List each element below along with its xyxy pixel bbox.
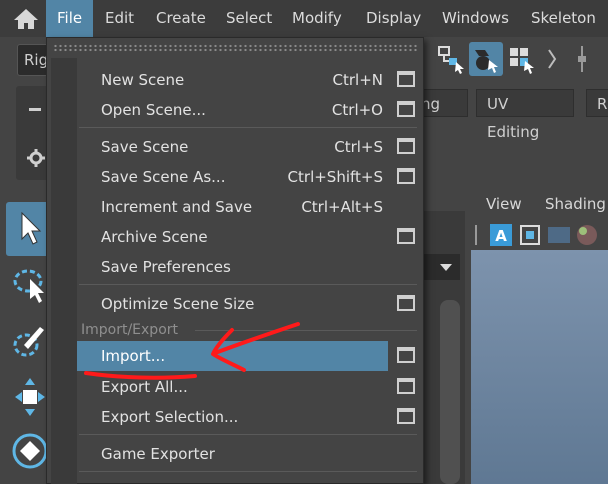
menu-item-import[interactable]: Import... bbox=[77, 341, 388, 371]
menu-modify[interactable]: Modify bbox=[292, 0, 342, 37]
menu-item-shortcut: Ctrl+Shift+S bbox=[287, 168, 383, 186]
archive-scene-option-box[interactable] bbox=[397, 228, 415, 244]
separator-handle bbox=[572, 42, 592, 76]
menu-separator bbox=[79, 284, 417, 285]
import-option-box[interactable] bbox=[397, 347, 415, 363]
menu-item-label: Export All... bbox=[101, 378, 188, 396]
menu-separator bbox=[79, 434, 417, 435]
select-by-object-button[interactable] bbox=[469, 42, 503, 76]
menu-separator bbox=[79, 127, 417, 128]
menu-item-label: Save Scene As... bbox=[101, 168, 226, 186]
svg-text:A: A bbox=[495, 227, 507, 245]
menu-item-save-scene-as[interactable]: Save Scene As... Ctrl+Shift+S bbox=[77, 162, 425, 192]
open-scene-option-box[interactable] bbox=[397, 101, 415, 117]
menu-item-label: Export Selection... bbox=[101, 408, 239, 426]
menu-item-label: Save Preferences bbox=[101, 258, 231, 276]
select-by-component-icon bbox=[510, 48, 534, 74]
menu-item-export-all[interactable]: Export All... bbox=[77, 372, 425, 402]
save-scene-as-option-box[interactable] bbox=[397, 168, 415, 184]
menu-skeleton[interactable]: Skeleton bbox=[531, 0, 596, 37]
menu-item-save-scene[interactable]: Save Scene Ctrl+S bbox=[77, 132, 425, 162]
save-scene-option-box[interactable] bbox=[397, 138, 415, 154]
menu-windows[interactable]: Windows bbox=[442, 0, 509, 37]
viewport-menu-shading[interactable]: Shading bbox=[545, 195, 606, 213]
chevron-right-icon bbox=[548, 49, 557, 69]
menu-separator bbox=[195, 330, 417, 331]
menu-item-label: Open Scene... bbox=[101, 101, 206, 119]
rotate-tool-icon bbox=[12, 433, 48, 469]
menu-file[interactable]: File bbox=[46, 0, 94, 37]
shelf-tab-uv-editing[interactable]: UV Editing bbox=[476, 89, 574, 141]
select-by-component-button[interactable] bbox=[505, 42, 539, 76]
viewport-icons-strip: A bbox=[475, 224, 597, 246]
chevron-down-icon bbox=[440, 264, 452, 271]
file-menu-dropdown: New Scene Ctrl+N Open Scene... Ctrl+O Sa… bbox=[46, 37, 424, 484]
menu-item-open-scene[interactable]: Open Scene... Ctrl+O bbox=[77, 95, 425, 125]
export-all-option-box[interactable] bbox=[397, 378, 415, 394]
viewport-icon-bar: A bbox=[471, 220, 608, 250]
main-menu-bar: File Edit Create Select Modify Display W… bbox=[0, 0, 608, 37]
menu-item-shortcut: Ctrl+Alt+S bbox=[301, 198, 383, 216]
menu-item-label: New Scene bbox=[101, 71, 185, 89]
select-by-hierarchy-icon bbox=[438, 46, 464, 74]
menu-item-optimize-scene-size[interactable]: Optimize Scene Size bbox=[77, 289, 425, 319]
menu-item-label: Optimize Scene Size bbox=[101, 295, 255, 313]
menu-item-shortcut: Ctrl+O bbox=[331, 101, 383, 119]
optimize-scene-size-option-box[interactable] bbox=[397, 295, 415, 311]
section-header-import-export: Import/Export bbox=[81, 322, 179, 338]
menu-item-label: Import... bbox=[101, 347, 166, 365]
menu-item-export-selection[interactable]: Export Selection... bbox=[77, 402, 425, 432]
separator-icon bbox=[578, 46, 586, 72]
menu-edit[interactable]: Edit bbox=[105, 0, 134, 37]
menu-icon-gutter bbox=[51, 58, 77, 484]
move-tool-icon bbox=[15, 378, 45, 416]
new-scene-option-box[interactable] bbox=[397, 71, 415, 87]
paint-select-tool-icon bbox=[13, 327, 44, 357]
frame-selection-icon[interactable] bbox=[520, 225, 540, 245]
menu-item-label: Game Exporter bbox=[101, 445, 215, 463]
export-selection-option-box[interactable] bbox=[397, 408, 415, 424]
menu-select[interactable]: Select bbox=[226, 0, 272, 37]
menu-item-save-preferences[interactable]: Save Preferences bbox=[77, 252, 425, 282]
outliner-scrollbar[interactable] bbox=[440, 300, 460, 484]
menu-item-label: Save Scene bbox=[101, 138, 189, 156]
viewport-menu-bar: View Shading bbox=[471, 190, 608, 220]
select-by-object-icon bbox=[475, 50, 498, 73]
menu-item-label: Increment and Save bbox=[101, 198, 253, 216]
tear-off-handle[interactable] bbox=[53, 44, 419, 52]
collapse-arrow[interactable] bbox=[545, 42, 559, 76]
home-button[interactable] bbox=[4, 0, 48, 37]
menu-item-increment-and-save[interactable]: Increment and Save Ctrl+Alt+S bbox=[77, 192, 425, 222]
camera-attributes-icon[interactable]: A bbox=[490, 224, 512, 246]
menu-item-shortcut: Ctrl+N bbox=[332, 71, 383, 89]
outliner-dropdown[interactable] bbox=[420, 254, 460, 280]
shading-sphere-icon[interactable] bbox=[577, 225, 597, 245]
select-tool-icon bbox=[21, 211, 42, 245]
home-icon bbox=[14, 8, 38, 29]
menu-create[interactable]: Create bbox=[156, 0, 206, 37]
viewport-menu-view[interactable]: View bbox=[486, 195, 522, 213]
maya-window: File Edit Create Select Modify Display W… bbox=[0, 0, 608, 484]
menu-item-shortcut: Ctrl+S bbox=[334, 138, 383, 156]
viewport-3d[interactable] bbox=[471, 250, 608, 484]
select-by-hierarchy-button[interactable] bbox=[434, 42, 468, 76]
menu-item-archive-scene[interactable]: Archive Scene bbox=[77, 222, 425, 252]
grid-icon[interactable] bbox=[548, 227, 570, 243]
menu-separator bbox=[79, 471, 417, 472]
menu-item-game-exporter[interactable]: Game Exporter bbox=[77, 439, 425, 469]
shelf-tab-rendering[interactable]: R bbox=[586, 89, 608, 117]
menu-item-label: Archive Scene bbox=[101, 228, 208, 246]
menu-display[interactable]: Display bbox=[366, 0, 421, 37]
lasso-tool-icon bbox=[13, 269, 44, 303]
menu-item-new-scene[interactable]: New Scene Ctrl+N bbox=[77, 65, 425, 95]
